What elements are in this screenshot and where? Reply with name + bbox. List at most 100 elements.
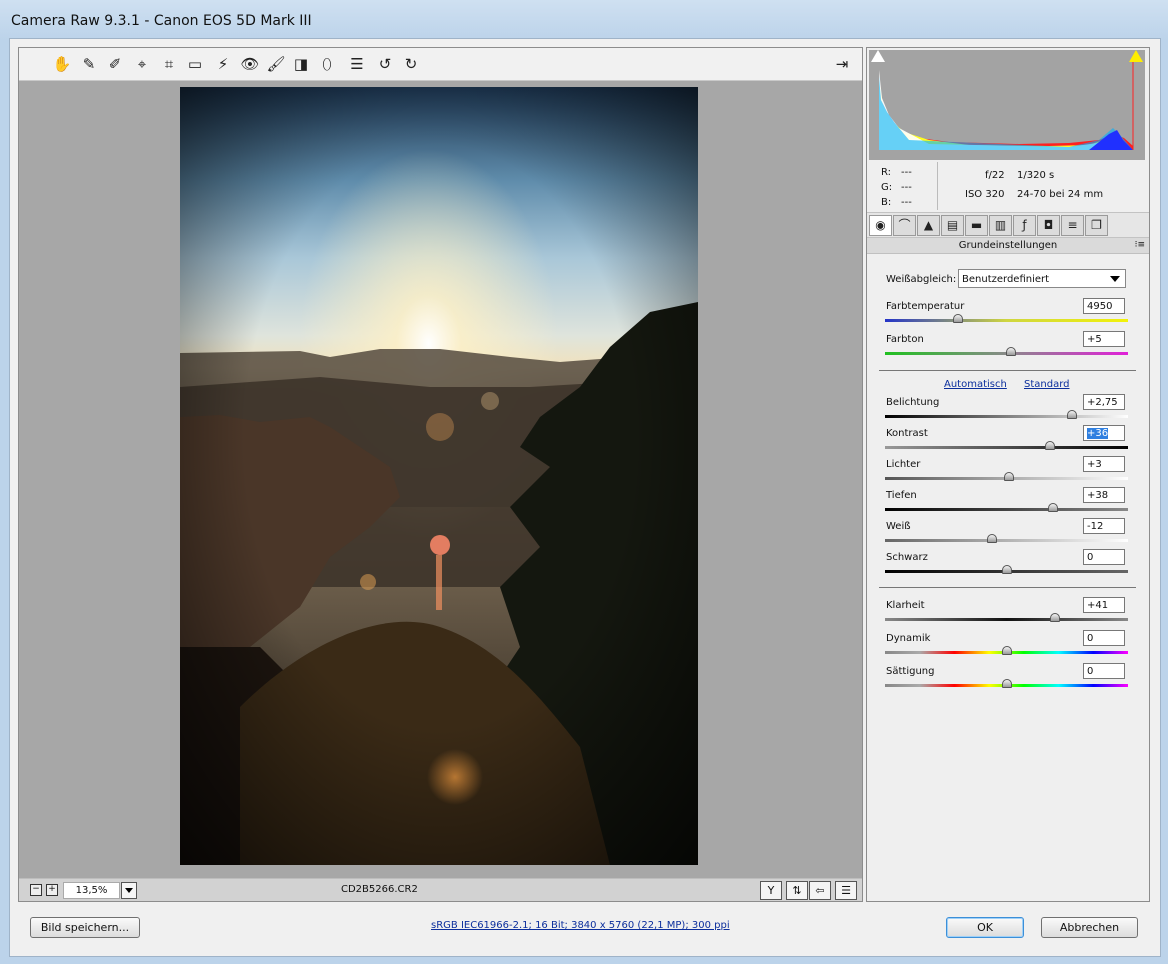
auto-link[interactable]: Automatisch (944, 379, 1007, 390)
fullscreen-toggle-icon[interactable]: ⇥ (832, 54, 852, 74)
rgb-readout: R: --- G: --- B: --- (881, 165, 921, 210)
zoom-in-button[interactable]: + (46, 884, 58, 896)
rotate-right-icon[interactable]: ↻ (401, 54, 421, 74)
targeted-adjustment-tool-icon[interactable]: ⌖ (132, 54, 152, 74)
blacks-value[interactable]: 0 (1083, 549, 1125, 565)
blacks-label: Schwarz (886, 552, 928, 563)
camera-raw-window: Camera Raw 9.3.1 - Canon EOS 5D Mark III… (0, 0, 1168, 964)
clarity-slider[interactable] (885, 613, 1128, 622)
temperature-label: Farbtemperatur (886, 301, 965, 312)
shadows-slider[interactable] (885, 503, 1128, 512)
info-divider (937, 162, 938, 210)
rgb-g-label: G: (881, 182, 893, 193)
tint-slider[interactable] (885, 347, 1128, 356)
workflow-options-link[interactable]: sRGB IEC61966-2.1; 16 Bit; 3840 x 5760 (… (431, 920, 730, 931)
temperature-value[interactable]: 4950 (1083, 298, 1125, 314)
panel-tab-bar: ◉ ⌒ ▲ ▤ ▬ ▥ ƒ ◘ ≡ ❐ (867, 212, 1149, 238)
hand-tool-icon[interactable]: ✋ (52, 54, 72, 74)
tint-value[interactable]: +5 (1083, 331, 1125, 347)
section-title: Grundeinstellungen (958, 240, 1058, 251)
whites-slider[interactable] (885, 534, 1128, 543)
highlights-slider[interactable] (885, 472, 1128, 481)
tab-presets[interactable]: ≡ (1061, 215, 1084, 236)
contrast-value-text: +36 (1087, 428, 1109, 439)
lens-value: 24-70 bei 24 mm (1017, 189, 1104, 200)
tab-tone-curve[interactable]: ⌒ (893, 215, 916, 236)
rgb-b-value: --- (901, 197, 912, 208)
tab-split-toning[interactable]: ▬ (965, 215, 988, 236)
file-name-label: CD2B5266.CR2 (341, 884, 418, 895)
highlight-clipping-warning-icon[interactable] (1129, 50, 1143, 62)
clarity-value[interactable]: +41 (1083, 597, 1125, 613)
zoom-level-dropdown[interactable] (121, 882, 137, 899)
exposure-label: Belichtung (886, 397, 940, 408)
copy-settings-button[interactable]: ⇦ (809, 881, 831, 900)
tab-effects[interactable]: ƒ (1013, 215, 1036, 236)
panel-menu-icon[interactable]: ⁝≡ (1135, 238, 1145, 253)
blacks-slider[interactable] (885, 565, 1128, 574)
radial-filter-tool-icon[interactable]: ⬯ (317, 54, 337, 74)
swap-settings-button[interactable]: ⇅ (786, 881, 808, 900)
saturation-value[interactable]: 0 (1083, 663, 1125, 679)
spot-removal-tool-icon[interactable]: ⚡ (213, 54, 233, 74)
color-sampler-tool-icon[interactable]: ✐ (105, 54, 125, 74)
shadow-clipping-warning-icon[interactable] (871, 50, 885, 62)
rgb-g-value: --- (901, 182, 912, 193)
rgb-r-value: --- (901, 167, 912, 178)
zoom-out-button[interactable]: − (30, 884, 42, 896)
white-balance-tool-icon[interactable]: ✎ (79, 54, 99, 74)
exposure-value[interactable]: +2,75 (1083, 394, 1125, 410)
image-preview-area[interactable]: ✋ ✎ ✐ ⌖ ⌗ ▭ ⚡ 👁 🖌 ◨ ⬯ ☰ ↺ ↻ ⇥ − + 13,5% … (18, 47, 863, 902)
histogram (869, 50, 1145, 160)
saturation-slider[interactable] (885, 679, 1128, 688)
straighten-tool-icon[interactable]: ▭ (185, 54, 205, 74)
adjustment-brush-tool-icon[interactable]: 🖌 (266, 54, 286, 74)
whites-label: Weiß (886, 521, 911, 532)
shutter-value: 1/320 s (1017, 170, 1055, 181)
whites-value[interactable]: -12 (1083, 518, 1125, 534)
ok-button[interactable]: OK (946, 917, 1024, 938)
vibrance-slider[interactable] (885, 646, 1128, 655)
aperture-value: f/22 (985, 170, 1005, 181)
before-after-toggle-button[interactable]: Y (760, 881, 782, 900)
default-link[interactable]: Standard (1024, 379, 1070, 390)
exposure-slider[interactable] (885, 410, 1128, 419)
save-image-button[interactable]: Bild speichern... (30, 917, 140, 938)
vibrance-label: Dynamik (886, 633, 931, 644)
tab-lens-corrections[interactable]: ▥ (989, 215, 1012, 236)
preferences-icon[interactable]: ☰ (347, 54, 367, 74)
tab-camera-calibration[interactable]: ◘ (1037, 215, 1060, 236)
zoom-level-field[interactable]: 13,5% (63, 882, 120, 899)
highlights-value[interactable]: +3 (1083, 456, 1125, 472)
rgb-b-label: B: (881, 197, 892, 208)
shadows-label: Tiefen (886, 490, 917, 501)
contrast-label: Kontrast (886, 428, 928, 439)
vibrance-value[interactable]: 0 (1083, 630, 1125, 646)
cancel-button[interactable]: Abbrechen (1041, 917, 1138, 938)
tab-hsl[interactable]: ▤ (941, 215, 964, 236)
tool-bar: ✋ ✎ ✐ ⌖ ⌗ ▭ ⚡ 👁 🖌 ◨ ⬯ ☰ ↺ ↻ ⇥ (19, 48, 862, 81)
graduated-filter-tool-icon[interactable]: ◨ (291, 54, 311, 74)
white-balance-label: Weißabgleich: (886, 274, 957, 285)
iso-value: ISO 320 (965, 189, 1005, 200)
preview-settings-button[interactable]: ☰ (835, 881, 857, 900)
crop-tool-icon[interactable]: ⌗ (159, 54, 179, 74)
histogram-graph (879, 60, 1134, 150)
temperature-slider[interactable] (885, 314, 1128, 323)
section-header: Grundeinstellungen ⁝≡ (867, 238, 1149, 254)
contrast-value[interactable]: +36 (1083, 425, 1125, 441)
clarity-label: Klarheit (886, 600, 925, 611)
divider-1 (879, 370, 1136, 371)
white-balance-select[interactable]: Benutzerdefiniert (958, 269, 1126, 288)
shadows-value[interactable]: +38 (1083, 487, 1125, 503)
tint-label: Farbton (886, 334, 924, 345)
tab-basic[interactable]: ◉ (869, 215, 892, 236)
saturation-label: Sättigung (886, 666, 935, 677)
adjustments-panel: R: --- G: --- B: --- f/22 1/320 s ISO 320 2… (866, 47, 1150, 902)
red-eye-tool-icon[interactable]: 👁 (240, 54, 260, 74)
tab-snapshots[interactable]: ❐ (1085, 215, 1108, 236)
rotate-left-icon[interactable]: ↺ (375, 54, 395, 74)
tab-detail[interactable]: ▲ (917, 215, 940, 236)
photo-preview-image[interactable] (180, 87, 698, 865)
contrast-slider[interactable] (885, 441, 1128, 450)
